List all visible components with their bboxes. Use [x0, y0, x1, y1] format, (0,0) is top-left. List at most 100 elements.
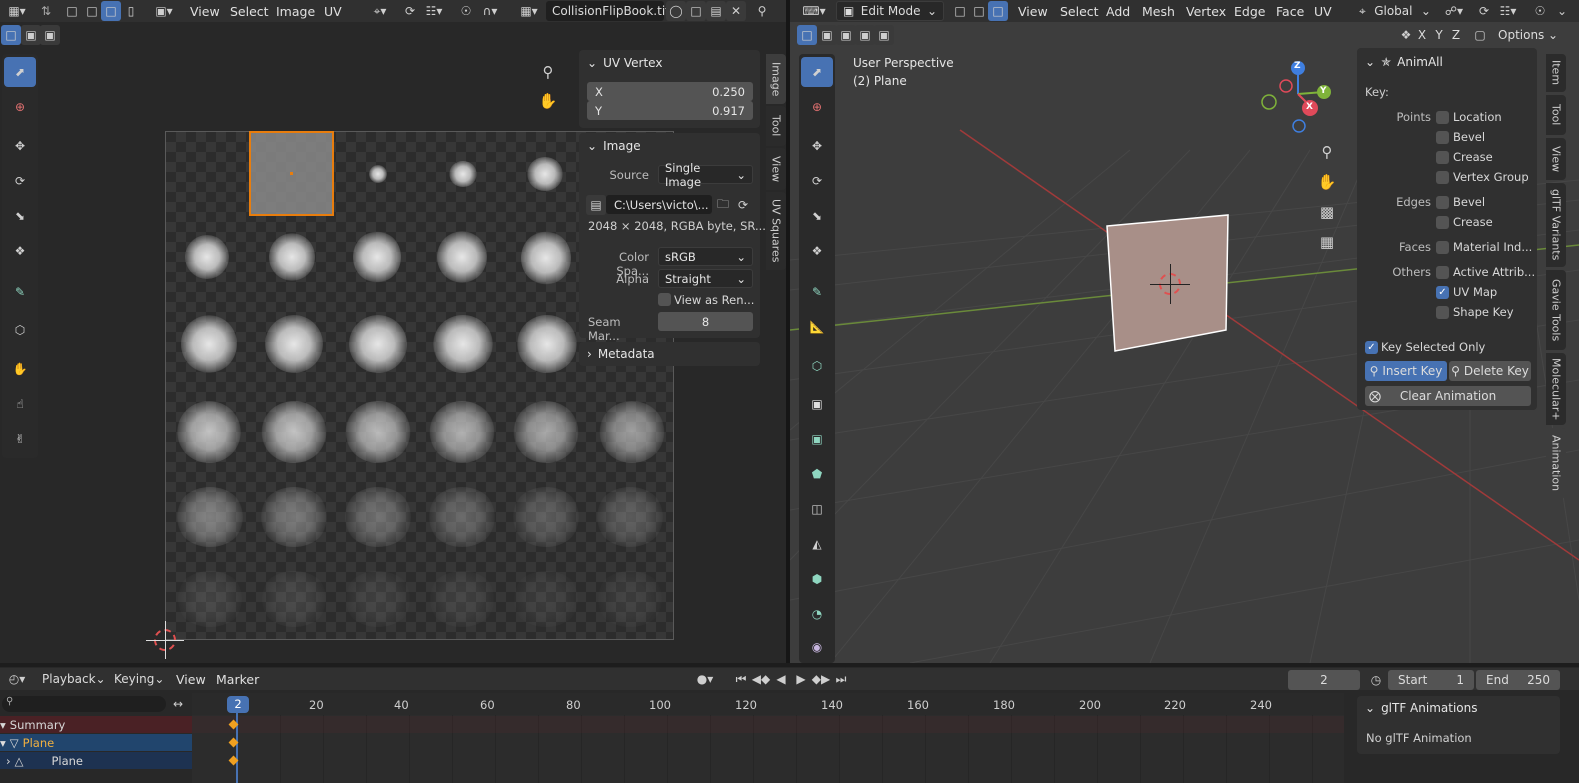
menu-select[interactable]: Select: [224, 2, 275, 20]
transform-tool-icon[interactable]: ❖: [4, 236, 36, 266]
camera-view-icon[interactable]: ▩: [1315, 200, 1339, 224]
editor-type-icon[interactable]: ▦▾: [3, 1, 31, 21]
mirror-icon[interactable]: ❖: [1396, 25, 1416, 45]
jump-end-icon[interactable]: ⏭: [831, 669, 851, 689]
bevel-tool-icon[interactable]: ⬟: [801, 459, 833, 489]
mirror-y-toggle[interactable]: Y: [1431, 25, 1447, 45]
vp-tab-gavie-tools[interactable]: Gavie Tools: [1546, 270, 1566, 350]
edge-select-icon[interactable]: □: [969, 1, 989, 21]
face-select-icon[interactable]: □: [988, 1, 1008, 21]
others-uv-map-checkbox[interactable]: ✓: [1436, 286, 1449, 299]
points-bevel-checkbox[interactable]: [1436, 131, 1449, 144]
filepath-field[interactable]: C:\Users\victo\...: [606, 195, 712, 214]
others-shape-key-checkbox[interactable]: [1436, 306, 1449, 319]
channel-search-field[interactable]: ⚲: [2, 696, 166, 712]
vp-menu-select[interactable]: Select: [1054, 2, 1105, 20]
tab-uv-squares[interactable]: UV Squares: [766, 192, 786, 270]
vp-zoom-icon[interactable]: ⚲: [1315, 140, 1339, 164]
vp-rotate-tool-icon[interactable]: ⟳: [801, 166, 833, 196]
edges-crease-checkbox[interactable]: [1436, 216, 1449, 229]
preview-range-icon[interactable]: ◷: [1366, 670, 1386, 690]
mode-dropdown[interactable]: ▣ Edit Mode ⌄: [836, 1, 944, 21]
vp-proportional-icon[interactable]: ☉: [1530, 1, 1550, 21]
inset-tool-icon[interactable]: ▣: [801, 424, 833, 454]
select-box-tool-icon[interactable]: ⬈: [4, 57, 36, 87]
sticky-mode-icon[interactable]: ▣▾: [150, 1, 178, 21]
viewport-editor-type-icon[interactable]: ⌨▾: [800, 1, 828, 21]
falloff-icon[interactable]: ∩▾: [476, 1, 504, 21]
proportional-edit-icon[interactable]: ☉: [456, 1, 476, 21]
vp-tab-animation[interactable]: Animation: [1546, 428, 1566, 498]
vp-more-icon[interactable]: ⌄: [1552, 1, 1572, 21]
new-image-icon[interactable]: □: [686, 1, 706, 21]
pinch-tool-icon[interactable]: ✌: [4, 424, 36, 454]
cursor-tool-icon[interactable]: ⊕: [4, 92, 36, 122]
jump-start-icon[interactable]: ⏮: [731, 669, 751, 689]
playback-menu[interactable]: Playback ⌄: [38, 669, 106, 689]
vp-move-tool-icon[interactable]: ✥: [801, 131, 833, 161]
points-crease-checkbox[interactable]: [1436, 151, 1449, 164]
select-mode-edge-icon[interactable]: □: [82, 1, 102, 21]
vp-menu-view[interactable]: View: [1012, 2, 1054, 20]
vp-menu-vertex[interactable]: Vertex: [1180, 2, 1232, 20]
chevron-down-icon[interactable]: ⌄: [1365, 55, 1375, 69]
select-subtract-icon[interactable]: ▣: [40, 25, 60, 45]
clear-animation-button[interactable]: ⨂ Clear Animation: [1365, 386, 1531, 406]
chevron-down-icon[interactable]: ⌄: [587, 139, 597, 153]
zoom-icon[interactable]: ⚲: [536, 60, 560, 84]
add-cube-tool-icon[interactable]: ⬡: [801, 351, 833, 381]
play-icon[interactable]: ▶: [791, 669, 811, 689]
menu-uv[interactable]: UV: [318, 2, 348, 20]
key-selected-only-checkbox[interactable]: ✓: [1365, 341, 1378, 354]
delete-key-button[interactable]: ⚲ Delete Key: [1449, 361, 1531, 381]
extrude-tool-icon[interactable]: ▣: [801, 389, 833, 419]
timeline-editor-type-icon[interactable]: ◴▾: [3, 669, 31, 689]
pan-hand-icon[interactable]: ✋: [536, 89, 560, 113]
pivot-icon[interactable]: ⌖▾: [366, 1, 394, 21]
vp-menu-mesh[interactable]: Mesh: [1136, 2, 1181, 20]
keying-menu[interactable]: Keying ⌄: [110, 669, 168, 689]
others-active-attribute-checkbox[interactable]: [1436, 266, 1449, 279]
vp-transform-tool-icon[interactable]: ❖: [801, 236, 833, 266]
reload-icon[interactable]: ⟳: [733, 195, 753, 215]
pin-icon[interactable]: ⚲: [752, 1, 772, 21]
faces-material-index-checkbox[interactable]: [1436, 241, 1449, 254]
fake-user-icon[interactable]: ◯: [666, 1, 686, 21]
orientation-dropdown[interactable]: ⌖ Global ⌄: [1355, 1, 1435, 21]
vp-select-box-tool-icon[interactable]: ⬈: [801, 57, 833, 87]
auto-merge-icon[interactable]: ▢: [1470, 25, 1490, 45]
vp-tab-gltf-variants[interactable]: glTF Variants: [1546, 183, 1566, 267]
end-frame-field[interactable]: End 250: [1476, 670, 1560, 690]
rip-tool-icon[interactable]: ⬡: [4, 315, 36, 345]
colorspace-dropdown[interactable]: sRGB ⌄: [658, 247, 753, 266]
vp-cursor-tool-icon[interactable]: ⊕: [801, 92, 833, 122]
timeline-menu-marker[interactable]: Marker: [210, 670, 265, 688]
menu-view[interactable]: View: [184, 2, 226, 20]
selected-uv-face[interactable]: [249, 131, 334, 216]
chevron-down-icon[interactable]: ⌄: [587, 56, 597, 70]
current-frame-field[interactable]: 2: [1288, 670, 1360, 690]
vp-select-subtract-icon[interactable]: ▣: [836, 25, 856, 45]
channel-mesh-row[interactable]: › △ Plane: [0, 752, 192, 769]
timeline-menu-view[interactable]: View: [170, 670, 212, 688]
vp-menu-add[interactable]: Add: [1100, 2, 1136, 20]
unlink-image-icon[interactable]: ✕: [726, 1, 746, 21]
rotate-tool-icon[interactable]: ⟳: [4, 166, 36, 196]
open-image-icon[interactable]: ▤: [706, 1, 726, 21]
vp-select-invert-icon[interactable]: ▣: [855, 25, 875, 45]
vp-menu-edge[interactable]: Edge: [1228, 2, 1271, 20]
chevron-right-icon[interactable]: ›: [6, 754, 11, 768]
image-name-field[interactable]: CollisionFlipBook.tif: [546, 1, 669, 21]
uv-y-field[interactable]: Y 0.917: [587, 101, 753, 120]
annotate-tool-icon[interactable]: ✎: [4, 277, 36, 307]
next-keyframe-icon[interactable]: ◆▶: [811, 669, 831, 689]
vp-select-intersect-icon[interactable]: ▣: [874, 25, 894, 45]
channel-summary-row[interactable]: ▾ Summary: [0, 716, 192, 733]
vp-snap-icon[interactable]: ⟳: [1474, 1, 1494, 21]
grab-tool-icon[interactable]: ✋: [4, 354, 36, 384]
select-extend-icon[interactable]: ▣: [21, 25, 41, 45]
insert-key-button[interactable]: ⚲ Insert Key: [1365, 361, 1447, 381]
scale-tool-icon[interactable]: ⬊: [4, 201, 36, 231]
alpha-dropdown[interactable]: Straight ⌄: [658, 269, 753, 288]
vp-annotate-tool-icon[interactable]: ✎: [801, 277, 833, 307]
